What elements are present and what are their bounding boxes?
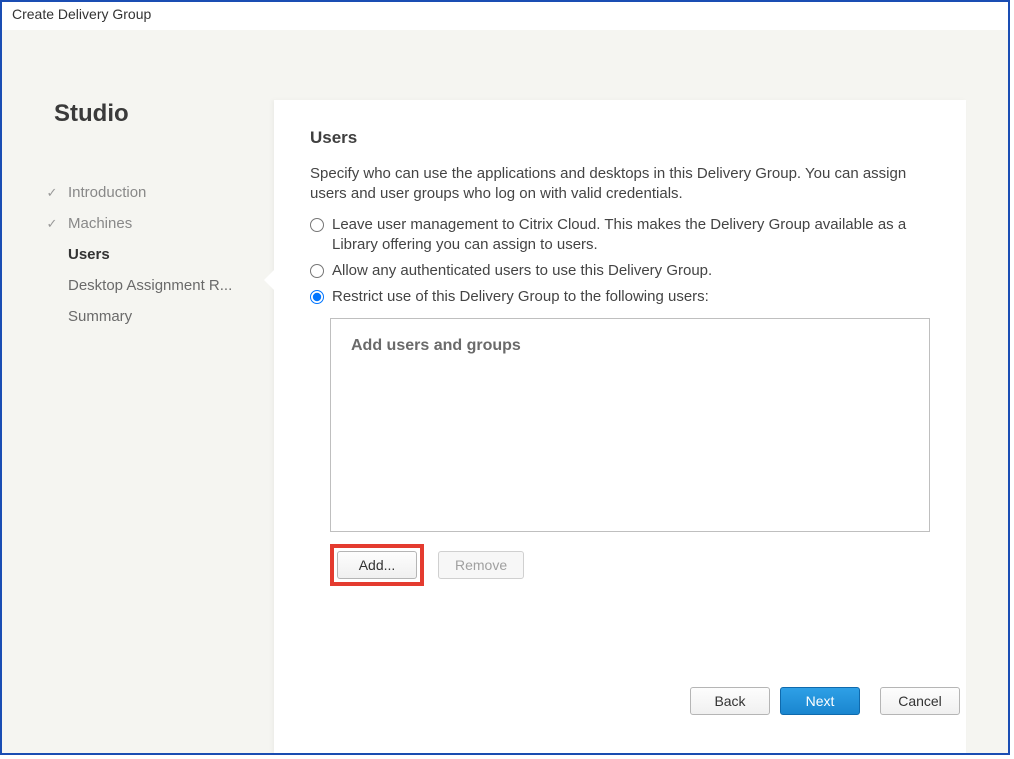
main-panel: Users Specify who can use the applicatio…	[274, 100, 966, 753]
nav-group: Back Next	[690, 687, 860, 715]
wizard-window: Create Delivery Group Studio ✓ Introduct…	[0, 0, 1010, 755]
radio-citrix-cloud[interactable]	[310, 218, 324, 232]
content-area: Studio ✓ Introduction ✓ Machines ✓ Users	[2, 30, 1008, 753]
add-button[interactable]: Add...	[337, 551, 417, 579]
option-label[interactable]: Leave user management to Citrix Cloud. T…	[332, 215, 930, 256]
main-row: Studio ✓ Introduction ✓ Machines ✓ Users	[2, 30, 1008, 753]
users-list-placeholder: Add users and groups	[351, 337, 909, 355]
sidebar-step-summary[interactable]: ✓ Summary	[44, 306, 274, 327]
cancel-button[interactable]: Cancel	[880, 687, 960, 715]
step-label: Introduction	[68, 184, 146, 201]
option-label[interactable]: Allow any authenticated users to use thi…	[332, 261, 712, 281]
option-label[interactable]: Restrict use of this Delivery Group to t…	[332, 287, 709, 307]
radio-restrict-users[interactable]	[310, 290, 324, 304]
sidebar-title: Studio	[44, 100, 274, 128]
sidebar-step-machines[interactable]: ✓ Machines	[44, 213, 274, 234]
step-label: Machines	[68, 215, 132, 232]
radio-any-authenticated[interactable]	[310, 264, 324, 278]
option-restrict-users[interactable]: Restrict use of this Delivery Group to t…	[310, 287, 930, 307]
sidebar-steps: ✓ Introduction ✓ Machines ✓ Users ✓ Desk…	[44, 182, 274, 327]
check-icon: ✓	[44, 216, 60, 232]
footer-buttons: Back Next Cancel	[690, 687, 960, 715]
list-buttons-row: Add... Remove	[330, 544, 930, 586]
next-button[interactable]: Next	[780, 687, 860, 715]
sidebar-step-desktop-assignment[interactable]: ✓ Desktop Assignment R...	[44, 275, 274, 296]
page-heading: Users	[310, 128, 930, 148]
step-label: Users	[68, 246, 110, 263]
wizard-sidebar: Studio ✓ Introduction ✓ Machines ✓ Users	[44, 100, 274, 753]
remove-button[interactable]: Remove	[438, 551, 524, 579]
highlight-add-button: Add...	[330, 544, 424, 586]
back-button[interactable]: Back	[690, 687, 770, 715]
page-description: Specify who can use the applications and…	[310, 164, 930, 205]
sidebar-step-users[interactable]: ✓ Users	[44, 244, 274, 265]
check-icon: ✓	[44, 185, 60, 201]
step-label: Desktop Assignment R...	[68, 277, 232, 294]
window-title: Create Delivery Group	[2, 2, 1008, 30]
option-any-authenticated[interactable]: Allow any authenticated users to use thi…	[310, 261, 930, 281]
sidebar-step-introduction[interactable]: ✓ Introduction	[44, 182, 274, 203]
step-label: Summary	[68, 308, 132, 325]
users-list-box[interactable]: Add users and groups	[330, 318, 930, 532]
option-citrix-cloud[interactable]: Leave user management to Citrix Cloud. T…	[310, 215, 930, 256]
